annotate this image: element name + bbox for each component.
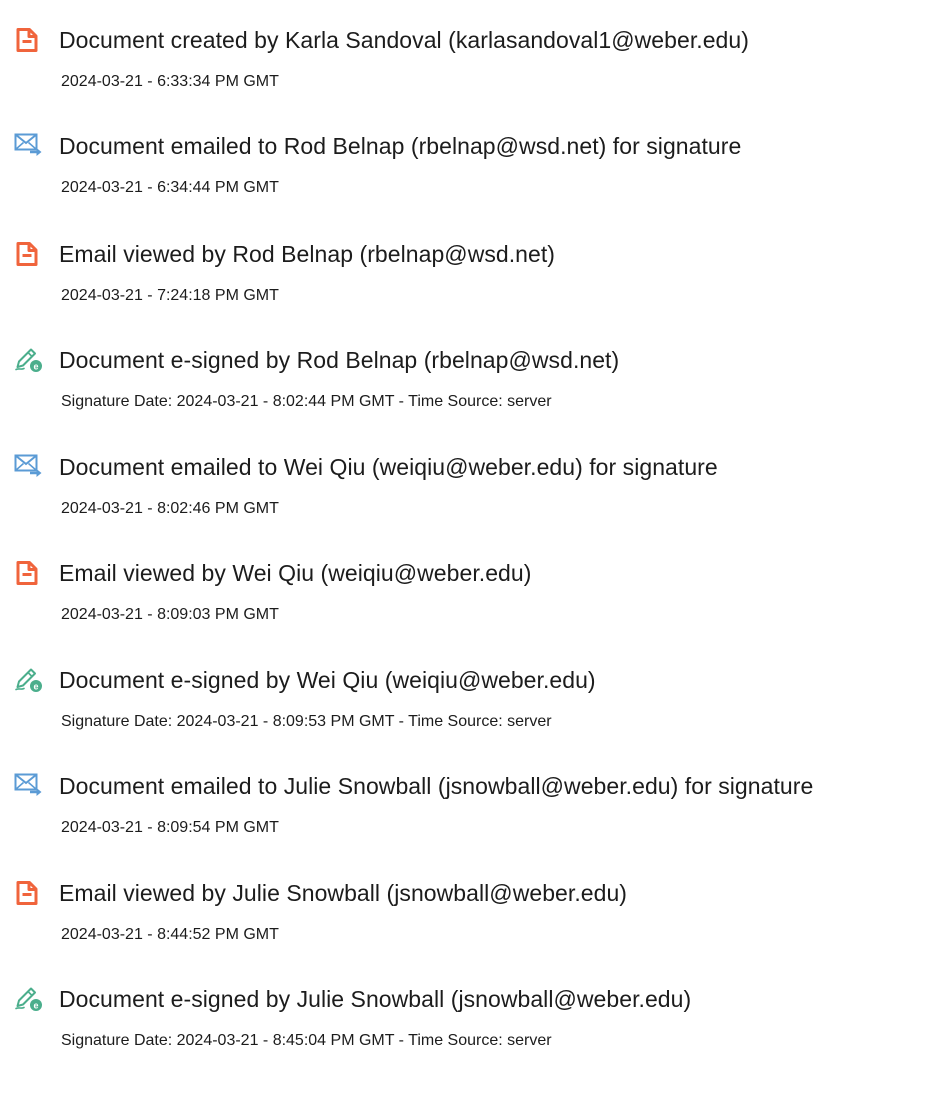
document-icon	[14, 560, 44, 586]
event-timestamp: Signature Date: 2024-03-21 - 8:45:04 PM …	[61, 1032, 552, 1049]
event-timestamp: 2024-03-21 - 7:24:18 PM GMT	[61, 287, 279, 304]
audit-event: e Document e-signed by Rod Belnap (rbeln…	[0, 342, 932, 422]
event-description: Document emailed to Wei Qiu (weiqiu@webe…	[59, 454, 718, 480]
esign-icon: e	[14, 986, 44, 1012]
event-description: Document e-signed by Julie Snowball (jsn…	[59, 986, 692, 1012]
event-timestamp: 2024-03-21 - 8:44:52 PM GMT	[61, 926, 279, 943]
audit-event: Document created by Karla Sandoval (karl…	[0, 22, 932, 102]
audit-event: e Document e-signed by Wei Qiu (weiqiu@w…	[0, 662, 932, 742]
audit-event: e Document e-signed by Julie Snowball (j…	[0, 981, 932, 1061]
email-sent-icon	[14, 773, 44, 799]
event-description: Email viewed by Wei Qiu (weiqiu@weber.ed…	[59, 560, 532, 586]
audit-event: Email viewed by Julie Snowball (jsnowbal…	[0, 875, 932, 955]
event-description: Document e-signed by Rod Belnap (rbelnap…	[59, 347, 620, 373]
audit-event: Document emailed to Wei Qiu (weiqiu@webe…	[0, 449, 932, 529]
audit-event: Document emailed to Julie Snowball (jsno…	[0, 768, 932, 848]
esign-icon: e	[14, 347, 44, 373]
event-description: Document emailed to Rod Belnap (rbelnap@…	[59, 133, 742, 159]
email-sent-icon	[14, 133, 44, 159]
event-timestamp: 2024-03-21 - 8:02:46 PM GMT	[61, 500, 279, 517]
event-timestamp: 2024-03-21 - 8:09:54 PM GMT	[61, 819, 279, 836]
event-timestamp: Signature Date: 2024-03-21 - 8:09:53 PM …	[61, 713, 552, 730]
event-description: Document e-signed by Wei Qiu (weiqiu@web…	[59, 667, 596, 693]
document-icon	[14, 241, 44, 267]
event-description: Document created by Karla Sandoval (karl…	[59, 27, 749, 53]
audit-event: Email viewed by Wei Qiu (weiqiu@weber.ed…	[0, 555, 932, 635]
event-timestamp: 2024-03-21 - 8:09:03 PM GMT	[61, 606, 279, 623]
event-timestamp: 2024-03-21 - 6:33:34 PM GMT	[61, 73, 279, 90]
event-description: Document emailed to Julie Snowball (jsno…	[59, 773, 814, 799]
esign-icon: e	[14, 667, 44, 693]
event-description: Email viewed by Julie Snowball (jsnowbal…	[59, 880, 627, 906]
document-icon	[14, 27, 44, 53]
event-timestamp: Signature Date: 2024-03-21 - 8:02:44 PM …	[61, 393, 552, 410]
audit-event: Email viewed by Rod Belnap (rbelnap@wsd.…	[0, 236, 932, 316]
document-icon	[14, 880, 44, 906]
audit-event: Document emailed to Rod Belnap (rbelnap@…	[0, 128, 932, 208]
svg-text:e: e	[33, 1000, 38, 1010]
event-description: Email viewed by Rod Belnap (rbelnap@wsd.…	[59, 241, 556, 267]
svg-text:e: e	[33, 361, 38, 371]
email-sent-icon	[14, 454, 44, 480]
event-timestamp: 2024-03-21 - 6:34:44 PM GMT	[61, 179, 279, 196]
svg-text:e: e	[33, 681, 38, 691]
